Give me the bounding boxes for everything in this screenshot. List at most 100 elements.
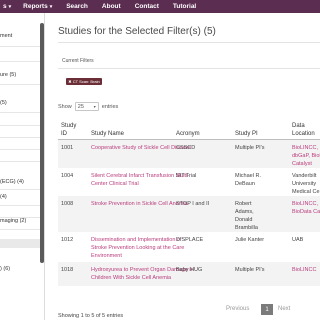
sidebar-scrollbar[interactable] — [40, 23, 44, 263]
cell-study-name-link[interactable]: Dissemination and Implementation of Strok… — [91, 236, 184, 260]
chevron-down-icon: ▾ — [8, 3, 12, 10]
cell-line: BioData Ca — [292, 209, 320, 215]
pagination-previous[interactable]: Previous — [226, 306, 249, 312]
cell-line: DeBaun — [235, 181, 255, 187]
cell-line: UAB — [292, 237, 304, 243]
column-header-study-id[interactable]: Study ID — [61, 122, 76, 138]
column-header-study-pi[interactable]: Study PI — [235, 130, 258, 138]
table-row: 1018 Hydroxyurea to Prevent Organ Damage … — [58, 262, 320, 286]
show-label: Show — [58, 103, 72, 110]
entries-length-control: Show 25 ▾ entries — [58, 102, 118, 111]
cell-line: Adams, — [235, 209, 254, 215]
cell-line: DISPLACE — [176, 237, 204, 243]
title-divider — [58, 42, 320, 43]
cell-line: Julie Kanter — [235, 237, 265, 243]
cell-study-name-link[interactable]: Silent Cerebral Infarct Transfusion Mult… — [91, 172, 189, 188]
entries-select[interactable]: 25 ▾ — [74, 102, 99, 111]
cell-data-location: Vanderbilt University Medical Ce — [292, 172, 320, 196]
sidebar-divider — [0, 161, 40, 162]
sidebar-divider — [0, 61, 40, 62]
pagination-next[interactable]: Next — [278, 306, 290, 312]
cell-study-id: 1004 — [61, 173, 74, 179]
cell-line: University — [292, 181, 317, 187]
cell-line: Robert — [235, 201, 252, 207]
cell-line: Brambilla — [235, 225, 258, 231]
cell-line: SIT Trial — [176, 173, 197, 179]
cell-line: Medical Ce — [292, 189, 320, 195]
sidebar-divider — [0, 125, 40, 126]
cell-study-id: 1018 — [61, 267, 74, 273]
cell-line: dbGaP, BioD — [292, 153, 320, 159]
cell-line: BioLINCC — [292, 267, 317, 273]
sidebar-divider — [0, 189, 40, 190]
nav-item-label: s — [3, 3, 7, 10]
filter-chip[interactable]: ✖ CT Scan: Brain — [66, 78, 102, 85]
cell-data-location: UAB — [292, 236, 303, 244]
entries-value: 25 — [77, 103, 84, 110]
cell-line: Children With Sickle Cell Anemia — [91, 275, 172, 281]
cell-data-location[interactable]: BioLINCC, BioData Ca — [292, 200, 320, 216]
cell-study-pi: Multiple PI's — [235, 266, 264, 274]
cell-acronym: SIT Trial — [176, 172, 196, 180]
nav-item-label: Contact — [134, 3, 159, 10]
nav-item-label: Reports — [23, 3, 48, 10]
sidebar-divider — [0, 229, 40, 230]
nav-item-label: Tutorial — [172, 3, 197, 10]
sidebar-divider — [0, 137, 40, 138]
cell-study-pi: Robert Adams, Donald Brambilla — [235, 200, 258, 232]
cell-study-pi: Michael R. DeBaun — [235, 172, 261, 188]
sidebar-divider — [0, 205, 40, 206]
table-row: 1001 Cooperative Study of Sickle Cell Dis… — [58, 140, 320, 168]
header-line: Study — [61, 123, 77, 129]
cell-study-pi: Julie Kanter — [235, 236, 264, 244]
table-row: 1004 Silent Cerebral Infarct Transfusion … — [58, 168, 320, 196]
table-row: 1012 Dissemination and Implementation of S… — [58, 232, 320, 262]
nav-item-contact[interactable]: Contact — [135, 3, 159, 10]
sidebar-item-label[interactable]: (5) — [0, 100, 7, 106]
cell-line: Vanderbilt — [292, 173, 317, 179]
column-header-data-location[interactable]: Data Location — [292, 122, 315, 138]
column-header-study-name[interactable]: Study Name — [91, 130, 124, 138]
filter-sidebar: ment ure (5) (5) (ECG) (4) (4) maging (2… — [0, 13, 45, 320]
top-nav: s ▾ Reports ▾ Search About Contact Tutor… — [0, 0, 210, 13]
sidebar-item-label[interactable]: maging (2) — [0, 218, 26, 224]
sidebar-divider — [0, 46, 40, 47]
sidebar-highlight — [0, 239, 40, 248]
cell-study-id: 1012 — [61, 237, 74, 243]
cell-line: Silent Cerebral Infarct Transfusion Mult… — [91, 173, 190, 179]
nav-item-reports[interactable]: Reports ▾ — [23, 3, 52, 10]
cell-line: Multiple PI's — [235, 267, 265, 273]
sidebar-item-label[interactable]: (4) — [0, 194, 7, 200]
cell-data-location[interactable]: BioLINCC — [292, 266, 316, 274]
cell-line: Dissemination and Implementation of — [91, 237, 182, 243]
entries-label: entries — [101, 103, 119, 110]
sidebar-divider — [0, 84, 40, 85]
chevron-down-icon: ▾ — [49, 3, 53, 10]
tab-divider — [58, 68, 320, 69]
sidebar-item-label[interactable]: ure (5) — [0, 72, 16, 78]
cell-acronym: STOP I and II — [176, 200, 209, 208]
chevron-down-icon: ▾ — [93, 104, 96, 109]
nav-item-search[interactable]: Search — [66, 3, 88, 10]
cell-line: Michael R. — [235, 173, 261, 179]
sidebar-divider — [0, 149, 40, 150]
nav-item-studies[interactable]: s ▾ — [3, 3, 11, 10]
cell-study-pi: Multiple PI's — [235, 144, 264, 152]
pagination-page-1[interactable]: 1 — [261, 304, 273, 315]
cell-line: Donald — [235, 217, 253, 223]
cell-line: Environment — [91, 253, 122, 259]
sidebar-item-label[interactable]: (ECG) (4) — [0, 179, 24, 185]
column-header-acronym[interactable]: Acronym — [176, 130, 200, 138]
nav-item-about[interactable]: About — [102, 3, 121, 10]
nav-item-tutorial[interactable]: Tutorial — [173, 3, 196, 10]
cell-data-location[interactable]: BioLINCC, dbGaP, BioD Catalyst — [292, 144, 320, 168]
cell-line: BioLINCC, — [292, 145, 318, 151]
nav-item-label: Search — [66, 3, 88, 10]
header-line: ID — [61, 131, 67, 137]
cell-study-name-link[interactable]: Stroke Prevention in Sickle Cell Anemia — [91, 200, 188, 208]
sidebar-item-label[interactable]: ment — [0, 33, 12, 39]
sidebar-item-label[interactable]: ) (6) — [0, 266, 10, 272]
cell-line: Multiple PI's — [235, 145, 265, 151]
header-line: Location — [292, 131, 315, 137]
tab-current-filters[interactable]: Current Filters — [62, 58, 94, 64]
